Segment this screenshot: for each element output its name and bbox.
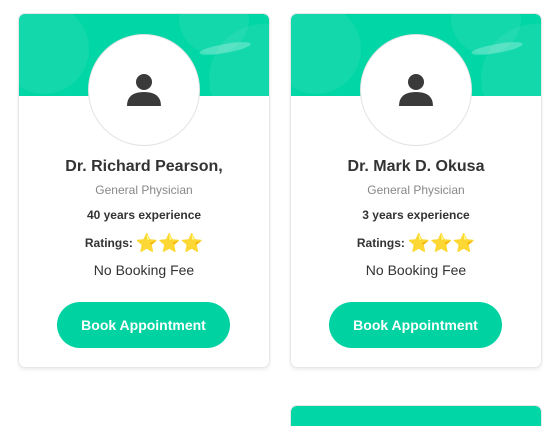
rating-stars: ⭐ ⭐ ⭐: [408, 234, 475, 252]
ratings-label: Ratings:: [84, 236, 133, 250]
doctor-specialty: General Physician: [95, 183, 193, 197]
booking-fee: No Booking Fee: [365, 262, 467, 278]
doctor-experience: 3 years experience: [362, 208, 470, 222]
doctor-name: Dr. Mark D. Okusa: [347, 158, 485, 175]
doctor-card: Dr. Richard Pearson, General Physician 4…: [19, 14, 269, 367]
ratings-label: Ratings:: [356, 236, 405, 250]
rating-stars: ⭐ ⭐ ⭐: [136, 234, 203, 252]
star-icon: ⭐: [180, 233, 204, 253]
avatar: [88, 34, 200, 146]
doctor-name: Dr. Richard Pearson,: [65, 158, 223, 175]
ratings-row: Ratings: ⭐ ⭐ ⭐: [19, 234, 269, 252]
booking-fee: No Booking Fee: [93, 262, 195, 278]
star-icon: ⭐: [430, 233, 453, 253]
doctor-specialty: General Physician: [367, 183, 465, 197]
next-doctor-card-partial: [291, 406, 541, 426]
star-icon: ⭐: [135, 233, 159, 253]
user-icon: [127, 74, 161, 106]
doctor-experience: 40 years experience: [86, 208, 202, 222]
star-icon: ⭐: [158, 233, 181, 253]
star-icon: ⭐: [407, 233, 431, 253]
book-appointment-button[interactable]: Book Appointment: [57, 302, 230, 348]
doctor-card: Dr. Mark D. Okusa General Physician 3 ye…: [291, 14, 541, 367]
book-appointment-button[interactable]: Book Appointment: [329, 302, 502, 348]
star-icon: ⭐: [452, 233, 476, 253]
avatar: [360, 34, 472, 146]
ratings-row: Ratings: ⭐ ⭐ ⭐: [291, 234, 541, 252]
user-icon: [399, 74, 433, 106]
